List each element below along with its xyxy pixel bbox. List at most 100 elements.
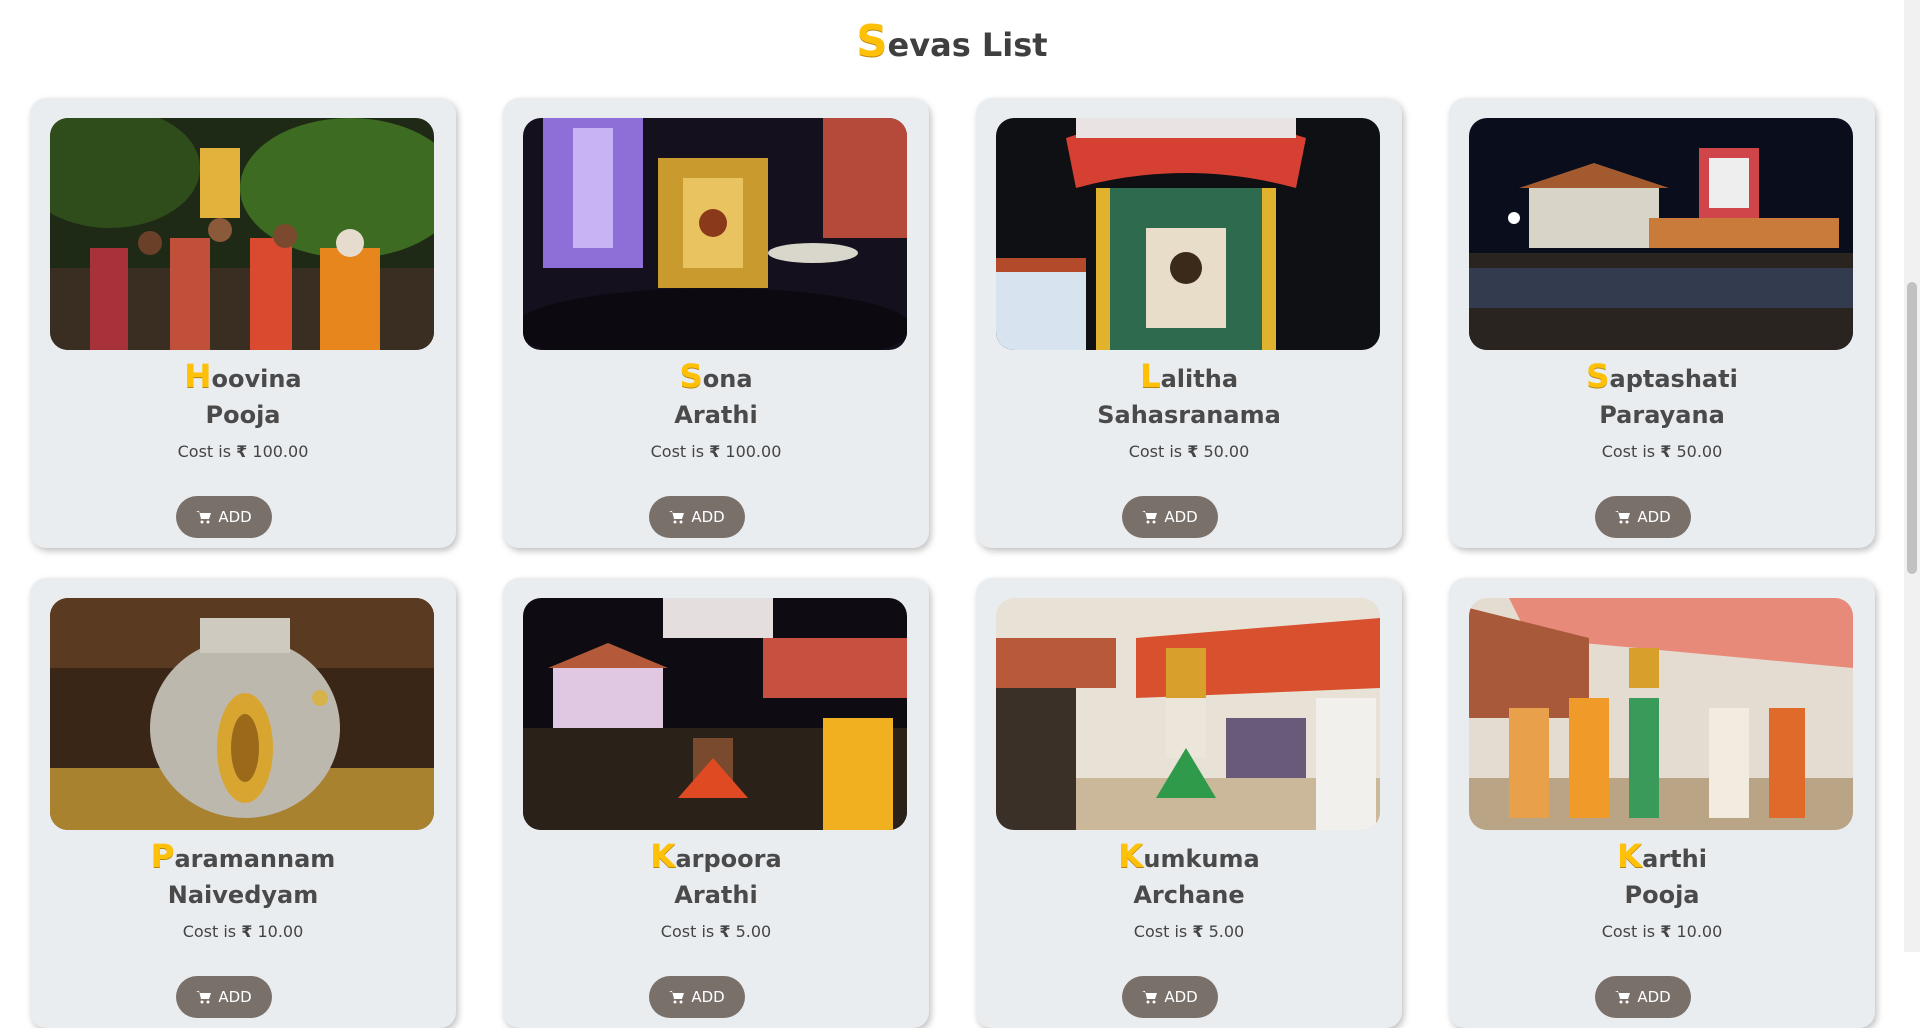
currency-symbol: ₹ [241, 922, 253, 941]
cost-value: 5.00 [1208, 922, 1245, 941]
add-button-label: ADD [1637, 508, 1671, 526]
shopping-cart-icon [669, 991, 685, 1004]
seva-card: Lalitha Sahasranama Cost is ₹ 50.00 ADD [976, 98, 1402, 548]
currency-symbol: ₹ [709, 442, 721, 461]
shopping-cart-icon [196, 991, 212, 1004]
seva-name-initial: K [1118, 837, 1144, 875]
seva-name: Karthi Pooja [1449, 840, 1875, 913]
seva-image [1469, 118, 1853, 350]
shopping-cart-icon [669, 511, 685, 524]
add-button-label: ADD [691, 988, 725, 1006]
seva-image [50, 598, 434, 830]
add-to-cart-button[interactable]: ADD [176, 976, 272, 1018]
seva-name-text: arthi [1642, 845, 1707, 873]
add-to-cart-button[interactable]: ADD [649, 976, 745, 1018]
seva-name-text: arpoora [675, 845, 782, 873]
shopping-cart-icon [1142, 511, 1158, 524]
cost-value: 5.00 [735, 922, 772, 941]
title-text: evas List [887, 26, 1048, 64]
add-to-cart-button[interactable]: ADD [649, 496, 745, 538]
currency-symbol: ₹ [719, 922, 731, 941]
seva-name: Sona Arathi [503, 360, 929, 433]
seva-name: Kumkuma Archane [976, 840, 1402, 913]
page-scrollbar[interactable] [1904, 0, 1920, 952]
add-to-cart-button[interactable]: ADD [1595, 496, 1691, 538]
add-button-label: ADD [218, 508, 252, 526]
seva-image [1469, 598, 1853, 830]
seva-name-text: ona [702, 365, 753, 393]
seva-cost: Cost is ₹ 100.00 [503, 442, 929, 461]
cost-value: 100.00 [725, 442, 782, 461]
cost-value: 50.00 [1676, 442, 1723, 461]
seva-name-text: alitha [1160, 365, 1239, 393]
currency-symbol: ₹ [1660, 442, 1672, 461]
shopping-cart-icon [1615, 511, 1631, 524]
seva-name-initial: K [650, 837, 676, 875]
cost-value: 10.00 [1676, 922, 1723, 941]
seva-name-line2: Sahasranama [1097, 401, 1281, 429]
currency-symbol: ₹ [1187, 442, 1199, 461]
seva-grid: Hoovina Pooja Cost is ₹ 100.00 ADD Sona … [30, 98, 1875, 1028]
seva-cost: Cost is ₹ 100.00 [30, 442, 456, 461]
seva-name-line2: Arathi [674, 881, 758, 909]
seva-cost: Cost is ₹ 5.00 [503, 922, 929, 941]
cost-prefix: Cost is [177, 442, 232, 461]
shopping-cart-icon [1615, 991, 1631, 1004]
add-to-cart-button[interactable]: ADD [1122, 976, 1218, 1018]
seva-name-initial: H [184, 357, 212, 395]
add-to-cart-button[interactable]: ADD [1595, 976, 1691, 1018]
seva-name-initial: L [1139, 357, 1161, 395]
seva-name: Saptashati Parayana [1449, 360, 1875, 433]
seva-name-line2: Pooja [1624, 881, 1700, 909]
seva-name-text: aptashati [1609, 365, 1738, 393]
seva-name: Hoovina Pooja [30, 360, 456, 433]
seva-name-line2: Naivedyam [167, 881, 319, 909]
seva-name-text: umkuma [1143, 845, 1260, 873]
cost-value: 10.00 [257, 922, 304, 941]
seva-name-text: aramannam [174, 845, 336, 873]
seva-card: Saptashati Parayana Cost is ₹ 50.00 ADD [1449, 98, 1875, 548]
shopping-cart-icon [196, 511, 212, 524]
seva-image [50, 118, 434, 350]
cost-value: 50.00 [1203, 442, 1250, 461]
seva-cost: Cost is ₹ 5.00 [976, 922, 1402, 941]
cost-value: 100.00 [252, 442, 309, 461]
add-to-cart-button[interactable]: ADD [1122, 496, 1218, 538]
seva-name: Karpoora Arathi [503, 840, 929, 913]
seva-card: Sona Arathi Cost is ₹ 100.00 ADD [503, 98, 929, 548]
cost-prefix: Cost is [660, 922, 715, 941]
seva-image [523, 598, 907, 830]
seva-name-line2: Parayana [1599, 401, 1725, 429]
seva-name-initial: P [150, 837, 175, 875]
seva-cost: Cost is ₹ 50.00 [1449, 442, 1875, 461]
seva-card: Paramannam Naivedyam Cost is ₹ 10.00 ADD [30, 578, 456, 1028]
seva-card: Karpoora Arathi Cost is ₹ 5.00 ADD [503, 578, 929, 1028]
cost-prefix: Cost is [1133, 922, 1188, 941]
seva-name: Lalitha Sahasranama [976, 360, 1402, 433]
title-initial: S [856, 17, 888, 67]
page-title: Sevas List [0, 10, 1904, 80]
cost-prefix: Cost is [1601, 922, 1656, 941]
seva-image [523, 118, 907, 350]
seva-name-initial: S [1586, 357, 1610, 395]
seva-card: Hoovina Pooja Cost is ₹ 100.00 ADD [30, 98, 456, 548]
add-to-cart-button[interactable]: ADD [176, 496, 272, 538]
seva-name: Paramannam Naivedyam [30, 840, 456, 913]
currency-symbol: ₹ [236, 442, 248, 461]
cost-prefix: Cost is [1128, 442, 1183, 461]
add-button-label: ADD [1637, 988, 1671, 1006]
seva-card: Kumkuma Archane Cost is ₹ 5.00 ADD [976, 578, 1402, 1028]
seva-name-line2: Archane [1133, 881, 1245, 909]
seva-image [996, 118, 1380, 350]
add-button-label: ADD [218, 988, 252, 1006]
scrollbar-thumb[interactable] [1907, 282, 1917, 574]
seva-cost: Cost is ₹ 50.00 [976, 442, 1402, 461]
add-button-label: ADD [1164, 988, 1198, 1006]
seva-cost: Cost is ₹ 10.00 [1449, 922, 1875, 941]
currency-symbol: ₹ [1660, 922, 1672, 941]
add-button-label: ADD [1164, 508, 1198, 526]
shopping-cart-icon [1142, 991, 1158, 1004]
seva-name-line2: Arathi [674, 401, 758, 429]
currency-symbol: ₹ [1192, 922, 1204, 941]
seva-cost: Cost is ₹ 10.00 [30, 922, 456, 941]
